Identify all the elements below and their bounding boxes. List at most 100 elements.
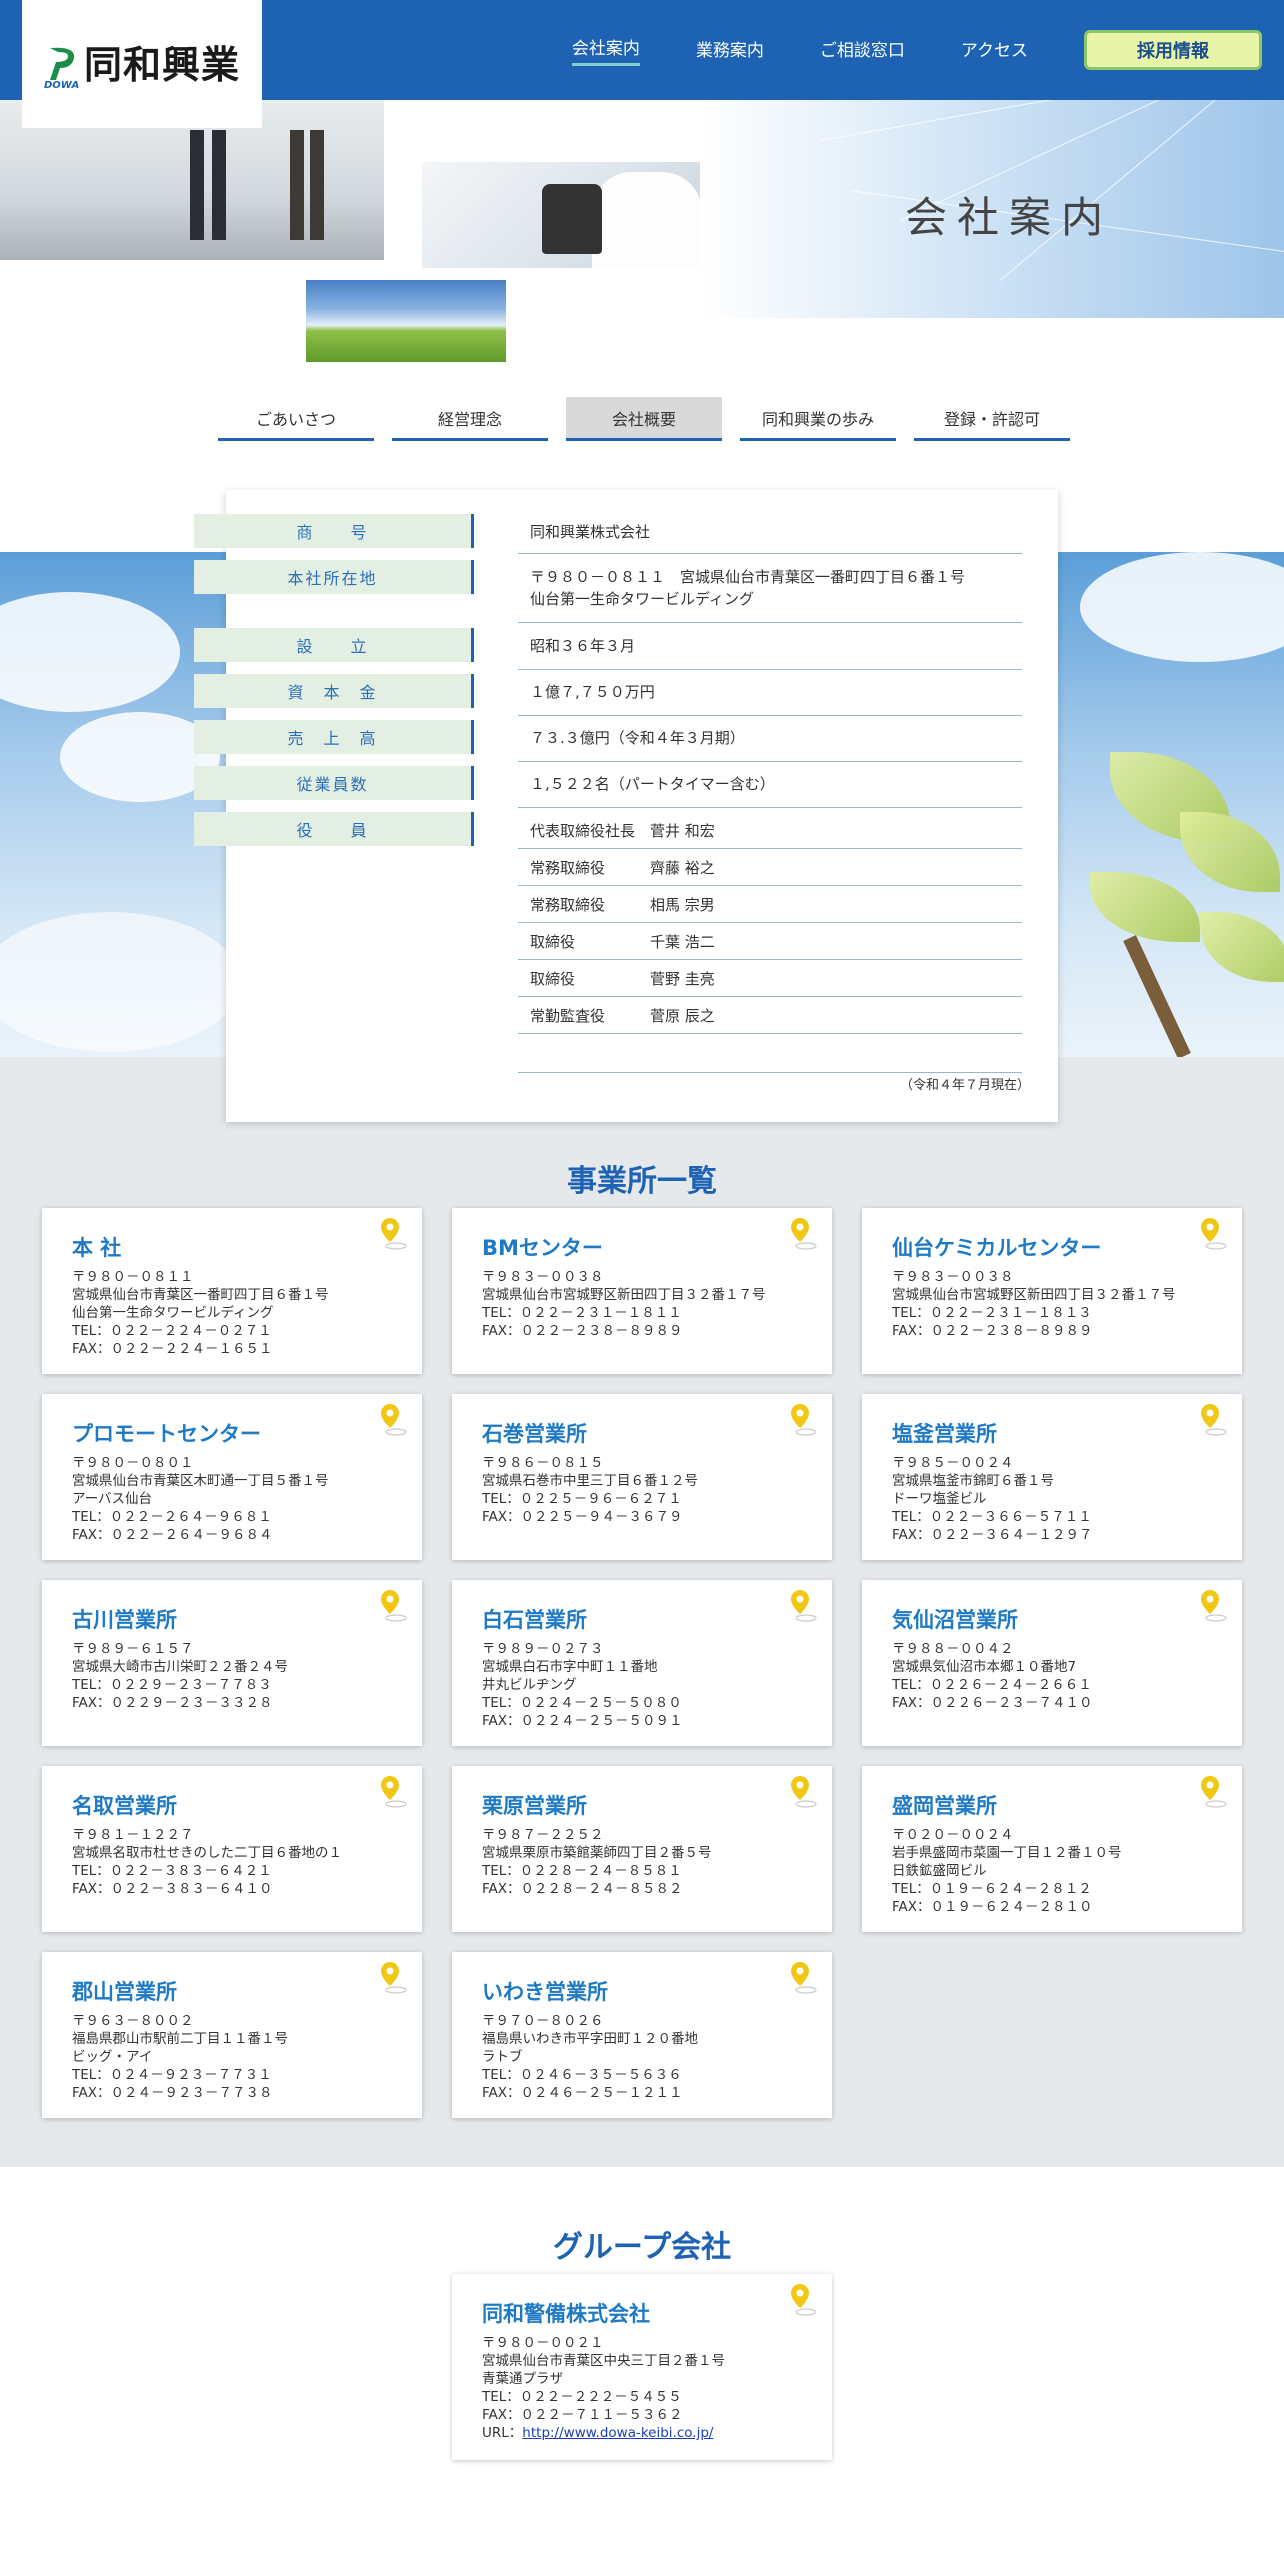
officer-row: 常務取締役 齊藤 裕之 <box>518 849 1022 886</box>
office-detail-line: TEL：０２２５－９６－６２７１ <box>482 1491 682 1507</box>
office-detail-line: FAX：０２２－３８３－６４１０ <box>72 1881 273 1897</box>
office-name: 栗原営業所 <box>482 1794 587 1818</box>
map-pin-icon[interactable] <box>1198 1774 1228 1808</box>
office-card: 名取営業所 〒９８１－１２２７ 宮城県名取市杜せきのした二丁目６番地の１ TEL：０２… <box>42 1766 422 1932</box>
office-detail-line: 〒９８６－０８１５ <box>482 1455 604 1471</box>
label-sales: 売 上 高 <box>194 720 474 754</box>
tab-greeting[interactable]: ごあいさつ <box>218 397 374 441</box>
office-detail-line: TEL：０２２９－２３－７７８３ <box>72 1677 272 1693</box>
officer-role: 取締役 <box>530 969 576 988</box>
office-detail-line: 〒９８３－００３８ <box>892 1269 1014 1285</box>
recruit-button[interactable]: 採用情報 <box>1084 30 1262 70</box>
map-pin-icon[interactable] <box>1198 1216 1228 1250</box>
office-detail-line: FAX：０２２５－９４－３６７９ <box>482 1509 683 1525</box>
overview-note: （令和４年７月現在） <box>900 1078 1031 1093</box>
nav-services[interactable]: 業務案内 <box>696 36 764 65</box>
office-detail-line: 岩手県盛岡市菜園一丁目１２番１０号 <box>892 1845 1122 1861</box>
office-detail-line: TEL：０２２６－２４－２６６１ <box>892 1677 1092 1693</box>
office-card: 石巻営業所 〒９８６－０８１５ 宮城県石巻市中里三丁目６番１２号 TEL：０２２５－９… <box>452 1394 832 1560</box>
office-detail-line: 宮城県仙台市青葉区一番町四丁目６番１号 <box>72 1287 329 1303</box>
map-pin-icon[interactable] <box>788 1960 818 1994</box>
map-pin-icon[interactable] <box>788 1588 818 1622</box>
lab-photo <box>422 162 704 268</box>
officer-name: 千葉 浩二 <box>650 932 715 951</box>
map-pin-icon[interactable] <box>788 1774 818 1808</box>
officer-row: 常務取締役 相馬 宗男 <box>518 886 1022 923</box>
office-detail-line: FAX：０２２－２２４－１６５１ <box>72 1341 273 1357</box>
dowa-logo-icon <box>50 47 75 80</box>
officer-row: 常勤監査役 菅原 辰之 <box>518 997 1022 1034</box>
map-pin-icon[interactable] <box>378 1402 408 1436</box>
label-capital: 資 本 金 <box>194 674 474 708</box>
office-card: 盛岡営業所 〒０２０－００２４ 岩手県盛岡市菜園一丁目１２番１０号 日鉄鉱盛岡ビル TE… <box>862 1766 1242 1932</box>
logo[interactable]: 同和興業 DOWA <box>22 0 262 128</box>
tab-licenses[interactable]: 登録・許認可 <box>914 397 1070 441</box>
group-building: 青葉通プラザ <box>482 2371 563 2387</box>
office-detail-line: 井丸ビルヂング <box>482 1677 577 1693</box>
tab-history[interactable]: 同和興業の歩み <box>740 397 896 441</box>
office-name: BMセンター <box>482 1236 603 1260</box>
logo-sub: DOWA <box>44 80 80 91</box>
office-detail-line: 〒０２０－００２４ <box>892 1827 1014 1843</box>
office-name: 本 社 <box>72 1236 122 1260</box>
office-name: 塩釜営業所 <box>892 1422 997 1446</box>
office-detail-line: FAX：０２４６－２５－１２１１ <box>482 2085 683 2101</box>
office-detail-line: 〒９８３－００３８ <box>482 1269 604 1285</box>
office-detail-line: FAX：０２２９－２３－３３２８ <box>72 1695 273 1711</box>
office-detail-line: 宮城県石巻市中里三丁目６番１２号 <box>482 1473 698 1489</box>
office-card: BMセンター 〒９８３－００３８ 宮城県仙台市宮城野区新田四丁目３２番１７号 TEL：… <box>452 1208 832 1374</box>
value-sales: ７３.３億円（令和４年３月期） <box>518 724 1022 762</box>
url-label: URL： <box>482 2425 523 2441</box>
office-card: 本 社〒９８０－０８１１ 宮城県仙台市青葉区一番町四丁目６番１号 仙台第一生命タワー… <box>42 1208 422 1374</box>
tab-overview[interactable]: 会社概要 <box>566 397 722 441</box>
office-detail-line: 宮城県名取市杜せきのした二丁目６番地の１ <box>72 1845 342 1861</box>
nav-consult[interactable]: ご相談窓口 <box>820 36 905 65</box>
group-fax: FAX：０２２－７１１－５３６２ <box>482 2407 683 2423</box>
officer-name: 菅野 圭亮 <box>650 969 715 988</box>
office-detail-line: FAX：０２２８－２４－８５８２ <box>482 1881 683 1897</box>
group-company-name: 同和警備株式会社 <box>482 2302 650 2326</box>
map-pin-icon[interactable] <box>788 1216 818 1250</box>
map-pin-icon[interactable] <box>378 1216 408 1250</box>
office-name: いわき営業所 <box>482 1980 608 2004</box>
map-pin-icon[interactable] <box>378 1960 408 1994</box>
office-detail-line: アーバス仙台 <box>72 1491 153 1507</box>
page-title: 会社案内 <box>905 193 1114 242</box>
officer-role: 代表取締役社長 <box>530 821 636 840</box>
label-address: 本社所在地 <box>194 560 474 594</box>
map-pin-icon[interactable] <box>788 2282 818 2316</box>
map-pin-icon[interactable] <box>378 1774 408 1808</box>
office-detail-line: 福島県郡山市駅前二丁目１１番１号 <box>72 2031 288 2047</box>
value-employees: １,５２２名（パートタイマー含む） <box>518 770 1022 808</box>
map-pin-icon[interactable] <box>1198 1588 1228 1622</box>
office-card: 栗原営業所 〒９８７－２２５２ 宮城県栗原市築館薬師四丁目２番５号 TEL：０２２８－… <box>452 1766 832 1932</box>
subnav-tabs: ごあいさつ 経営理念 会社概要 同和興業の歩み 登録・許認可 <box>218 397 1088 441</box>
nav-access[interactable]: アクセス <box>961 36 1028 65</box>
office-detail-line: TEL：０２２－２２４－０２７１ <box>72 1323 272 1339</box>
nav-company[interactable]: 会社案内 <box>571 34 640 66</box>
office-detail-line: TEL：０２４６－３５－５６３６ <box>482 2067 682 2083</box>
office-detail-line: 宮城県塩釜市錦町６番１号 <box>892 1473 1054 1489</box>
office-name: 名取営業所 <box>72 1794 177 1818</box>
hero: 会社案内 <box>0 100 1284 380</box>
map-pin-icon[interactable] <box>378 1588 408 1622</box>
office-name: プロモートセンター <box>72 1422 261 1446</box>
office-detail-line: TEL：０２２－３８３－６４２１ <box>72 1863 272 1879</box>
offices-title: 事業所一覧 <box>567 1164 717 1199</box>
field-photo <box>306 280 506 362</box>
group-title: グループ会社 <box>552 2230 732 2265</box>
officer-role: 常勤監査役 <box>530 1006 606 1025</box>
office-name: 古川営業所 <box>72 1608 177 1632</box>
map-pin-icon[interactable] <box>788 1402 818 1436</box>
officer-name: 菅原 辰之 <box>650 1006 715 1025</box>
overview-divider <box>518 1072 1022 1073</box>
office-detail-line: 宮城県仙台市青葉区木町通一丁目５番１号 <box>72 1473 329 1489</box>
group-url-link[interactable]: http://www.dowa-keibi.co.jp/ <box>522 2425 713 2441</box>
address-line1: 〒９８０－０８１１ 宮城県仙台市青葉区一番町四丁目６番１号 <box>530 568 966 586</box>
office-detail-line: TEL：０２２－２６４－９６８１ <box>72 1509 272 1525</box>
office-detail-line: 宮城県仙台市宮城野区新田四丁目３２番１７号 <box>482 1287 766 1303</box>
map-pin-icon[interactable] <box>1198 1402 1228 1436</box>
tab-philosophy[interactable]: 経営理念 <box>392 397 548 441</box>
officer-name: 菅井 和宏 <box>650 821 715 840</box>
office-card: 古川営業所 〒９８９－６１５７ 宮城県大崎市古川栄町２２番２４号 TEL：０２２９－２… <box>42 1580 422 1746</box>
